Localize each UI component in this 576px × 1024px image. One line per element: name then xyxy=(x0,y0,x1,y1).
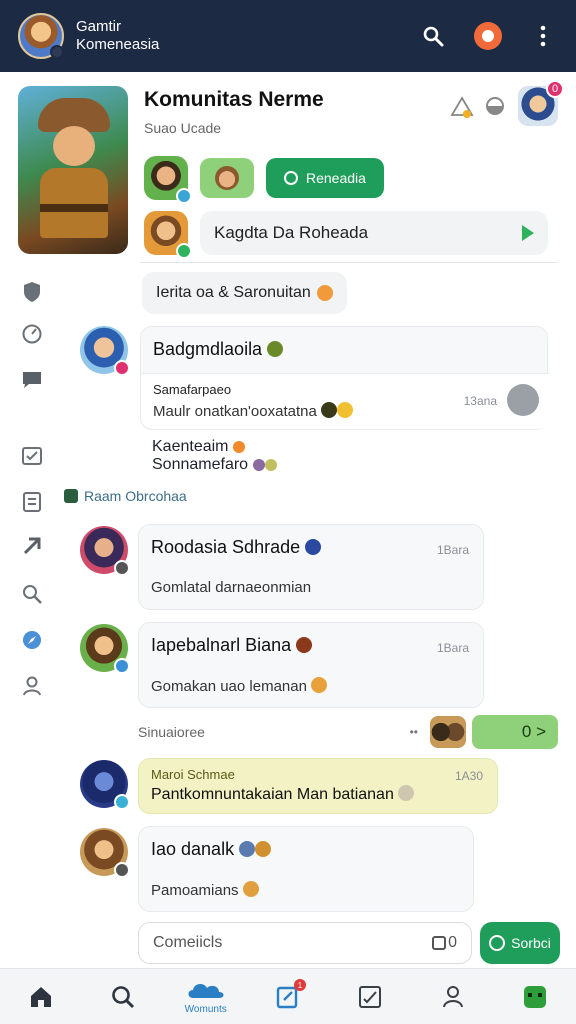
message-time: 1A30 xyxy=(454,769,483,783)
compass-icon[interactable] xyxy=(20,628,44,652)
emoji-icon xyxy=(316,285,333,301)
nav-community-label: Womunts xyxy=(184,1004,227,1015)
topic-chip[interactable]: Ierita oa & Saronuitan xyxy=(142,272,347,314)
message-author: Iao danalk xyxy=(151,839,235,859)
message-author: Badgmdlaoila xyxy=(153,339,263,359)
reply-title: Kaenteaim xyxy=(152,438,229,455)
emoji-icon xyxy=(305,539,322,555)
toggle-icon[interactable] xyxy=(486,97,504,115)
nav-badge: 1 xyxy=(293,979,306,991)
community-input-row: Kagdta Da Roheada xyxy=(144,211,548,259)
search-icon xyxy=(112,985,135,1008)
message-card[interactable]: Iapebalnarl Biana 1Bara Gomakan uao lema… xyxy=(138,622,484,708)
member-avatar[interactable] xyxy=(144,211,192,259)
message-time: 1Bara xyxy=(436,543,469,557)
app-title: Gamtir xyxy=(76,18,121,35)
inbox-check-icon[interactable] xyxy=(20,444,44,468)
profile-icon xyxy=(442,985,463,1007)
reply-text: Sonnamefaro xyxy=(152,456,249,473)
nav-search[interactable] xyxy=(82,969,164,1024)
status-pip xyxy=(50,45,64,59)
nav-edit[interactable]: 1 xyxy=(247,969,329,1024)
message-card[interactable]: Iao danalk Pamoamians xyxy=(138,826,474,912)
alert-triangle-icon[interactable] xyxy=(450,95,474,118)
emoji-icon xyxy=(267,341,284,357)
app-subtitle: Komeneasia xyxy=(76,36,160,53)
reply-text: Maulr onatkan'ooxatatna xyxy=(153,403,317,420)
more-dots-icon[interactable]: •• xyxy=(410,725,418,739)
message-card[interactable]: Roodasia Sdhrade 1Bara Gomlatal darnaeon… xyxy=(138,524,484,610)
app-bar-actions xyxy=(418,21,558,51)
message-author: Iapebalnarl Biana xyxy=(151,635,292,655)
structure-next-button[interactable]: 0 > xyxy=(472,715,558,749)
reply-time: 13ana xyxy=(463,394,497,408)
structure-row: Sinuaioree •• 0 > xyxy=(138,712,558,752)
nested-reply: Samafarpaeo Maulr onatkan'ooxatatna 13an… xyxy=(141,373,549,429)
shield-icon[interactable] xyxy=(20,280,44,304)
record-icon[interactable] xyxy=(474,22,502,50)
divider xyxy=(140,262,558,263)
community-header-actions: 0 xyxy=(450,80,564,126)
search-icon[interactable] xyxy=(20,582,44,606)
message-card[interactable]: Badgmdlaoila Samafarpaeo Maulr onatkan'o… xyxy=(140,326,549,430)
reply-action-icon[interactable] xyxy=(507,384,539,416)
document-icon[interactable] xyxy=(20,490,44,514)
nav-profile[interactable] xyxy=(411,969,493,1024)
message-avatar[interactable] xyxy=(80,828,130,878)
comment-input[interactable]: Comeiicls 0 xyxy=(138,922,472,964)
home-icon xyxy=(31,986,52,1007)
app-bar: Gamtir Komeneasia xyxy=(0,0,576,72)
message-title: Maroi Schmae xyxy=(151,767,235,782)
section-label[interactable]: Raam Obrcohaa xyxy=(64,488,187,504)
nested-reply: Kaenteaim Sonnamefaro xyxy=(140,432,340,473)
join-button[interactable]: Reneadia xyxy=(266,158,384,198)
community-subtitle: Suao Ucade xyxy=(144,120,222,136)
notification-badge: 0 xyxy=(546,80,564,98)
app-title-block: Gamtir Komeneasia xyxy=(76,18,159,54)
member-avatar[interactable]: 0 xyxy=(518,80,564,126)
message-text: Pamoamians xyxy=(151,882,239,899)
send-icon xyxy=(489,935,506,951)
structure-label: Sinuaioree xyxy=(138,724,205,740)
checklist-icon xyxy=(359,985,382,1008)
message-text: Gomlatal darnaeonmian xyxy=(151,579,312,596)
nav-game[interactable] xyxy=(494,969,576,1024)
message-time: 1Bara xyxy=(436,641,469,655)
join-icon xyxy=(284,171,298,185)
message-text: Pantkomnuntakaian Man batianan xyxy=(151,786,394,803)
nav-checklist[interactable] xyxy=(329,969,411,1024)
search-icon[interactable] xyxy=(418,21,448,51)
arrow-up-right-icon[interactable] xyxy=(20,534,44,558)
send-button[interactable]: Sorbci xyxy=(480,922,560,964)
send-arrow-icon[interactable] xyxy=(522,225,534,241)
member-chip[interactable] xyxy=(200,158,254,198)
more-vertical-icon[interactable] xyxy=(528,21,558,51)
room-icon xyxy=(64,489,78,503)
community-title: Komunitas Nerme xyxy=(144,88,324,111)
item-thumbnail xyxy=(430,716,466,748)
bottom-navigation: Womunts 1 xyxy=(0,968,576,1024)
game-app-icon xyxy=(523,985,546,1008)
message-avatar[interactable] xyxy=(80,624,130,674)
message-text: Gomakan uao lemanan xyxy=(151,678,307,695)
member-avatar[interactable] xyxy=(144,156,192,204)
nav-home[interactable] xyxy=(0,969,82,1024)
community-actions-row: Reneadia xyxy=(144,156,384,204)
reply-title: Samafarpaeo xyxy=(153,382,232,397)
emoji-icon xyxy=(296,637,313,653)
highlighted-message-card[interactable]: Maroi Schmae 1A30 Pantkomnuntakaian Man … xyxy=(138,758,498,814)
chat-bubble-icon[interactable] xyxy=(20,368,44,392)
user-avatar[interactable] xyxy=(18,13,64,59)
gauge-icon[interactable] xyxy=(20,322,44,346)
user-icon[interactable] xyxy=(20,674,44,698)
message-avatar[interactable] xyxy=(80,760,130,810)
community-post-input[interactable]: Kagdta Da Roheada xyxy=(200,211,548,255)
cloud-community-icon xyxy=(188,984,224,998)
message-avatar[interactable] xyxy=(80,326,130,376)
attach-box-icon[interactable]: 0 xyxy=(432,934,457,952)
nav-community[interactable]: Womunts xyxy=(165,969,247,1024)
message-author: Roodasia Sdhrade xyxy=(151,537,301,557)
message-avatar[interactable] xyxy=(80,526,130,576)
community-cover-image xyxy=(18,86,128,254)
